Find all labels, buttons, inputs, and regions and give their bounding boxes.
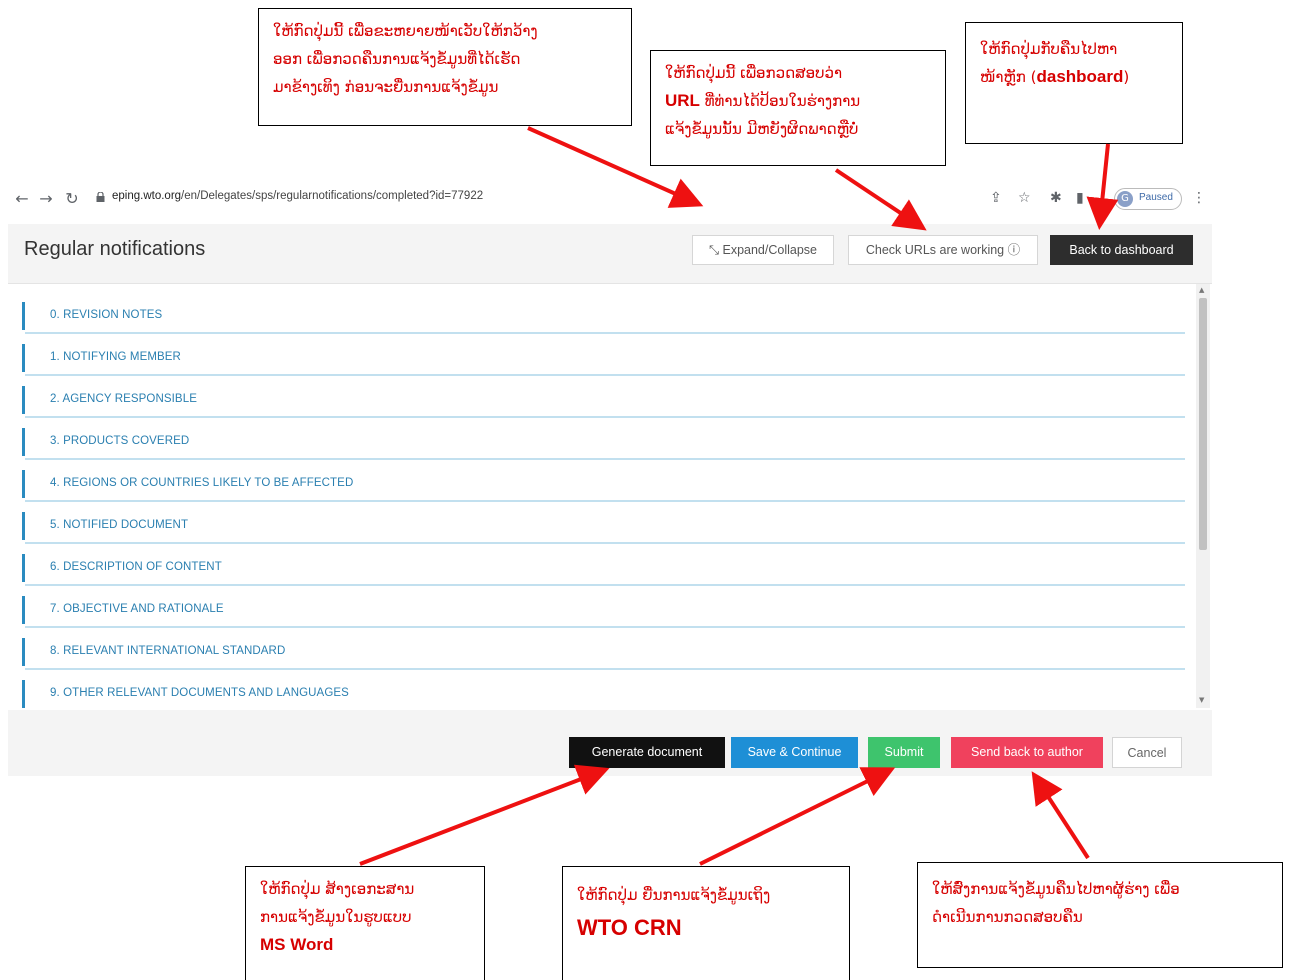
address-bar[interactable]: eping.wto.org/en/Delegates/sps/regularno… bbox=[112, 190, 483, 202]
scrollbar[interactable]: ▲ ▼ bbox=[1196, 284, 1210, 708]
check-urls-button[interactable]: Check URLs are working ⓘ bbox=[848, 235, 1038, 265]
section-label: 8. RELEVANT INTERNATIONAL STANDARD bbox=[50, 645, 286, 657]
arrow-to-send-back bbox=[1031, 771, 1090, 860]
back-to-dashboard-button[interactable]: Back to dashboard bbox=[1050, 235, 1193, 265]
section-notified-document[interactable]: 5. NOTIFIED DOCUMENT bbox=[22, 512, 1186, 544]
section-other-documents[interactable]: 9. OTHER RELEVANT DOCUMENTS AND LANGUAGE… bbox=[22, 680, 1186, 708]
extensions-icon[interactable]: ✱ bbox=[1050, 190, 1062, 206]
scrollbar-thumb[interactable] bbox=[1199, 298, 1207, 550]
annotation-submit: ໃຫ້ກົດປຸ່ມ ຍື່ນການແຈ້ງຂໍ້ມູນເຖິງ WTO CRN bbox=[562, 866, 850, 980]
scroll-up-icon[interactable]: ▲ bbox=[1199, 286, 1204, 294]
arrow-to-generate bbox=[359, 764, 610, 866]
annotation-expand-line1: ໃຫ້ກົດປຸ່ມນີ້ ເພື່ອຂະຫຍາຍໜ້າເວັບໃຫ້ກວ້າງ bbox=[273, 22, 538, 40]
annotation-generate: ໃຫ້ກົດປຸ່ມ ສ້າງເອກະສານ ການແຈ້ງຂໍ້ມູນໃນຮູ… bbox=[245, 866, 485, 980]
url-path: /en/Delegates/sps/regularnotifications/c… bbox=[181, 190, 484, 202]
annotation-generate-line2: ການແຈ້ງຂໍ້ມູນໃນຮູບແບບ bbox=[260, 908, 412, 926]
section-revision-notes[interactable]: 0. REVISION NOTES bbox=[22, 302, 1186, 334]
profile-status: Paused bbox=[1139, 192, 1173, 203]
section-products-covered[interactable]: 3. PRODUCTS COVERED bbox=[22, 428, 1186, 460]
annotation-check-line3: ແຈ້ງຂໍ້ມູນນັ້ນ ມີຫຍັງຜິດພາດຫຼືບໍ່ bbox=[665, 120, 859, 138]
section-regions-affected[interactable]: 4. REGIONS OR COUNTRIES LIKELY TO BE AFF… bbox=[22, 470, 1186, 502]
annotation-expand: ໃຫ້ກົດປຸ່ມນີ້ ເພື່ອຂະຫຍາຍໜ້າເວັບໃຫ້ກວ້າງ… bbox=[258, 8, 632, 126]
page-header: Regular notifications ⤡ Expand/Collapse … bbox=[8, 224, 1212, 284]
annotation-send-back-line2: ດຳເນີນການກວດສອບຄືນ bbox=[932, 908, 1083, 926]
section-label: 9. OTHER RELEVANT DOCUMENTS AND LANGUAGE… bbox=[50, 687, 349, 699]
annotation-check-line1: ໃຫ້ກົດປຸ່ມນີ້ ເພື່ອກວດສອບວ່າ bbox=[665, 64, 843, 82]
annotation-dashboard-post: ) bbox=[1123, 68, 1130, 86]
annotation-dashboard-line1: ໃຫ້ກົດປຸ່ມກັບຄືນໄປຫາ bbox=[980, 40, 1118, 58]
annotation-submit-bold: WTO CRN bbox=[577, 915, 682, 940]
expand-icon: ⤡ bbox=[708, 243, 719, 257]
section-label: 5. NOTIFIED DOCUMENT bbox=[50, 519, 189, 531]
check-urls-label: Check URLs are working bbox=[865, 243, 1005, 257]
browser-toolbar: ← → ↻ eping.wto.org/en/Delegates/sps/reg… bbox=[8, 186, 1206, 214]
section-label: 0. REVISION NOTES bbox=[50, 309, 163, 321]
section-label: 2. AGENCY RESPONSIBLE bbox=[50, 393, 197, 405]
section-label: 3. PRODUCTS COVERED bbox=[50, 435, 190, 447]
menu-icon[interactable]: ⋮ bbox=[1192, 190, 1206, 206]
info-icon: ⓘ bbox=[1007, 243, 1021, 257]
annotation-check-urls: ໃຫ້ກົດປຸ່ມນີ້ ເພື່ອກວດສອບວ່າ URL ທີ່ທ່ານ… bbox=[650, 50, 946, 166]
section-agency-responsible[interactable]: 2. AGENCY RESPONSIBLE bbox=[22, 386, 1186, 418]
save-continue-label: Save & Continue bbox=[747, 745, 842, 759]
annotation-check-bold: URL bbox=[665, 91, 700, 110]
section-description-of-content[interactable]: 6. DESCRIPTION OF CONTENT bbox=[22, 554, 1186, 586]
generate-document-label: Generate document bbox=[591, 745, 703, 759]
annotation-generate-line1: ໃຫ້ກົດປຸ່ມ ສ້າງເອກະສານ bbox=[260, 880, 415, 898]
back-arrow-icon[interactable]: ← bbox=[12, 189, 32, 209]
star-icon[interactable]: ☆ bbox=[1018, 190, 1031, 206]
annotation-send-back-line1: ໃຫ້ສົ່ງການແຈ້ງຂໍ້ມູນຄືນໄປຫາຜູ້ຮ່າງ ເພື່ອ bbox=[932, 880, 1180, 898]
section-label: 1. NOTIFYING MEMBER bbox=[50, 351, 181, 363]
reload-icon[interactable]: ↻ bbox=[62, 189, 82, 209]
section-international-standard[interactable]: 8. RELEVANT INTERNATIONAL STANDARD bbox=[22, 638, 1186, 670]
scroll-down-icon[interactable]: ▼ bbox=[1199, 696, 1204, 704]
forward-arrow-icon[interactable]: → bbox=[36, 189, 56, 209]
submit-button[interactable]: Submit bbox=[868, 737, 940, 768]
send-back-label: Send back to author bbox=[971, 745, 1083, 759]
expand-collapse-button[interactable]: ⤡ Expand/Collapse bbox=[692, 235, 834, 265]
cancel-label: Cancel bbox=[1127, 746, 1167, 760]
section-label: 6. DESCRIPTION OF CONTENT bbox=[50, 561, 222, 573]
back-to-dashboard-label: Back to dashboard bbox=[1069, 243, 1174, 257]
submit-label: Submit bbox=[884, 745, 924, 759]
save-continue-button[interactable]: Save & Continue bbox=[731, 737, 858, 768]
side-panel-icon[interactable]: ▮ bbox=[1076, 190, 1084, 206]
send-back-to-author-button[interactable]: Send back to author bbox=[951, 737, 1103, 768]
profile-button[interactable]: G Paused bbox=[1114, 188, 1182, 210]
sections-list: 0. REVISION NOTES 1. NOTIFYING MEMBER 2.… bbox=[8, 284, 1212, 708]
section-objective-rationale[interactable]: 7. OBJECTIVE AND RATIONALE bbox=[22, 596, 1186, 628]
section-notifying-member[interactable]: 1. NOTIFYING MEMBER bbox=[22, 344, 1186, 376]
annotation-dashboard: ໃຫ້ກົດປຸ່ມກັບຄືນໄປຫາ ໜ້າຫຼັກ (dashboard) bbox=[965, 22, 1183, 144]
lock-icon bbox=[96, 192, 105, 202]
annotation-submit-line1: ໃຫ້ກົດປຸ່ມ ຍື່ນການແຈ້ງຂໍ້ມູນເຖິງ bbox=[577, 886, 771, 904]
annotation-send-back: ໃຫ້ສົ່ງການແຈ້ງຂໍ້ມູນຄືນໄປຫາຜູ້ຮ່າງ ເພື່ອ… bbox=[917, 862, 1283, 968]
section-label: 7. OBJECTIVE AND RATIONALE bbox=[50, 603, 224, 615]
generate-document-button[interactable]: Generate document bbox=[569, 737, 725, 768]
cancel-button[interactable]: Cancel bbox=[1112, 737, 1182, 768]
page-title: Regular notifications bbox=[24, 238, 206, 260]
share-icon[interactable]: ⇪ bbox=[990, 190, 1002, 206]
arrow-to-submit bbox=[699, 767, 896, 866]
section-label: 4. REGIONS OR COUNTRIES LIKELY TO BE AFF… bbox=[50, 477, 354, 489]
annotation-check-line2: ທີ່ທ່ານໄດ້ປ້ອນໃນຮ່າງການ bbox=[699, 92, 861, 110]
annotation-generate-bold: MS Word bbox=[260, 935, 334, 954]
annotation-dashboard-pre: ໜ້າຫຼັກ ( bbox=[980, 68, 1037, 86]
avatar: G bbox=[1117, 191, 1133, 207]
url-host: eping.wto.org bbox=[112, 190, 182, 202]
form-footer: Generate document Save & Continue Submit… bbox=[8, 710, 1212, 776]
annotation-dashboard-bold: dashboard bbox=[1036, 67, 1124, 86]
annotation-expand-line3: ມາຂ້າງເທິງ ກ່ອນຈະຍື່ນການແຈ້ງຂໍ້ມູນ bbox=[273, 78, 499, 96]
annotation-expand-line2: ອອກ ເພື່ອກວດຄືນການແຈ້ງຂໍ້ມູນທີ່ໄດ້ເຮັດ bbox=[273, 50, 521, 68]
expand-collapse-label: Expand/Collapse bbox=[722, 243, 817, 257]
